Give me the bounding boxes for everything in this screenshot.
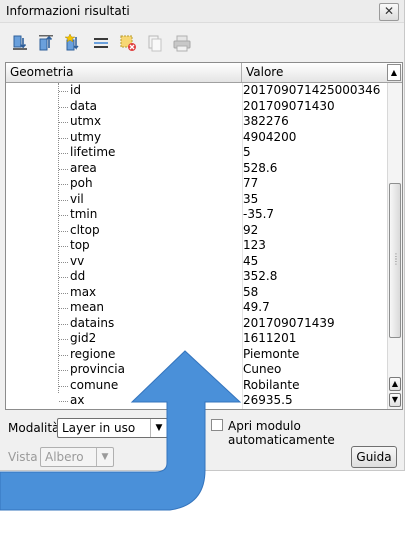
annotation-arrow-icon	[0, 350, 242, 511]
